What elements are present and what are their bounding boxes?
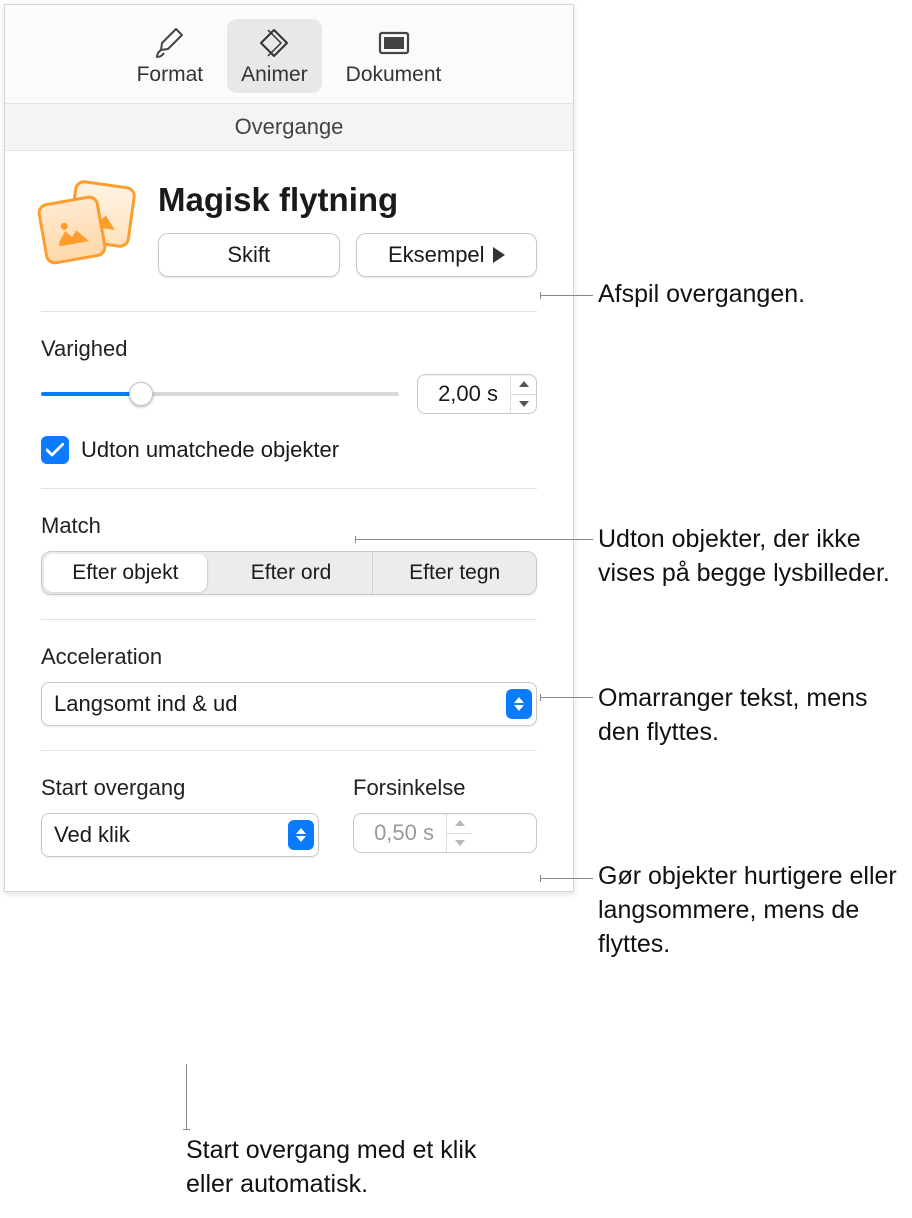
match-option-object[interactable]: Efter objekt — [44, 554, 208, 592]
stepper-down[interactable] — [447, 834, 472, 853]
tab-format-label: Format — [137, 63, 204, 87]
popup-arrows-icon — [288, 820, 314, 850]
stepper-up[interactable] — [511, 375, 536, 395]
duration-slider[interactable] — [41, 379, 399, 409]
tab-document-label: Dokument — [346, 63, 442, 87]
callout-start: Start overgang med et klik eller automat… — [186, 1134, 486, 1202]
play-icon — [493, 247, 505, 263]
match-label: Match — [41, 513, 537, 539]
inspector-toolbar: Format Animer Dokument — [5, 5, 573, 104]
callout-match: Omarranger tekst, mens den flyttes. — [598, 682, 898, 750]
transition-name: Magisk flytning — [158, 181, 537, 219]
match-segmented[interactable]: Efter objekt Efter ord Efter tegn — [41, 551, 537, 595]
start-label: Start overgang — [41, 775, 319, 801]
slider-knob[interactable] — [129, 382, 153, 406]
tab-format[interactable]: Format — [123, 19, 218, 93]
inspector-panel: Format Animer Dokument Overgange Magisk … — [4, 4, 574, 892]
duration-field[interactable]: 2,00 s — [417, 374, 537, 414]
fade-label: Udton umatchede objekter — [81, 437, 339, 463]
document-icon — [376, 25, 412, 61]
acceleration-value: Langsomt ind & ud — [54, 691, 237, 717]
animate-icon — [256, 25, 292, 61]
match-option-word[interactable]: Efter ord — [210, 552, 374, 594]
tab-animate[interactable]: Animer — [227, 19, 322, 93]
stepper-down[interactable] — [511, 395, 536, 414]
delay-field[interactable]: 0,50 s — [353, 813, 537, 853]
change-button-label: Skift — [227, 242, 270, 268]
delay-stepper[interactable] — [446, 814, 472, 852]
preview-button-label: Eksempel — [388, 242, 485, 268]
acceleration-popup[interactable]: Langsomt ind & ud — [41, 682, 537, 726]
start-popup[interactable]: Ved klik — [41, 813, 319, 857]
popup-arrows-icon — [506, 689, 532, 719]
start-value: Ved klik — [54, 822, 130, 848]
callout-accel: Gør objekter hurtigere eller langsommere… — [598, 860, 898, 961]
check-icon — [46, 443, 64, 457]
change-button[interactable]: Skift — [158, 233, 340, 277]
fade-checkbox[interactable] — [41, 436, 69, 464]
duration-stepper[interactable] — [510, 375, 536, 413]
acceleration-label: Acceleration — [41, 644, 537, 670]
delay-label: Forsinkelse — [353, 775, 537, 801]
tab-animate-label: Animer — [241, 63, 308, 87]
callout-fade: Udton objekter, der ikke vises på begge … — [598, 523, 898, 591]
match-option-char[interactable]: Efter tegn — [373, 552, 536, 594]
paintbrush-icon — [152, 25, 188, 61]
preview-button[interactable]: Eksempel — [356, 233, 538, 277]
duration-label: Varighed — [41, 336, 537, 362]
transition-thumb — [41, 181, 136, 276]
stepper-up[interactable] — [447, 814, 472, 834]
delay-value: 0,50 s — [354, 814, 446, 852]
callout-preview: Afspil overgangen. — [598, 278, 805, 312]
duration-value: 2,00 s — [418, 375, 510, 413]
tab-document[interactable]: Dokument — [332, 19, 456, 93]
section-title: Overgange — [5, 104, 573, 151]
